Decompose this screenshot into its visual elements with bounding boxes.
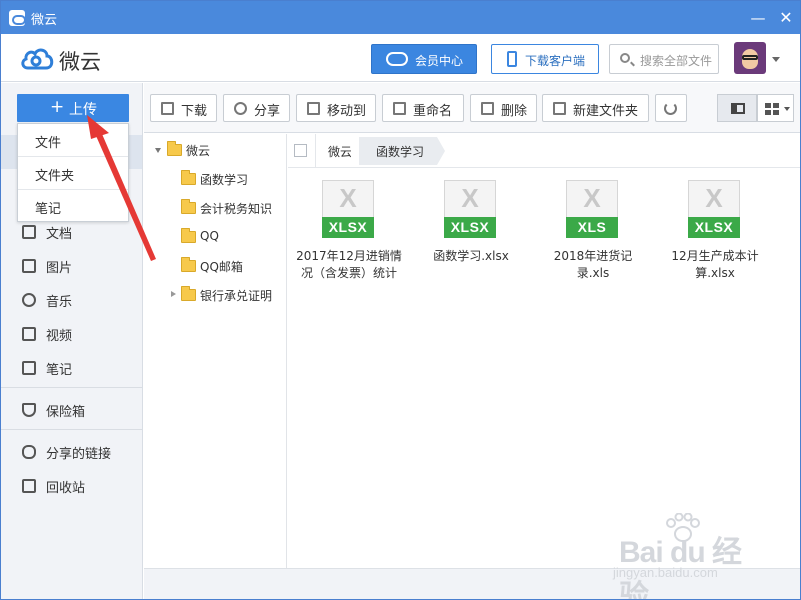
window-title: 微云 [31,13,58,28]
edit-icon [393,102,406,115]
refresh-icon [664,102,677,115]
file-name: 12月生产成本计算.xlsx [671,249,759,280]
excel-file-icon: X XLS [566,180,618,238]
folder-icon [181,286,196,301]
cloud-logo-icon [21,48,54,70]
plus-icon: + [50,97,65,117]
sidebar-item-notes[interactable]: 笔记 [1,351,142,385]
avatar[interactable] [734,42,766,74]
logo-text: 微云 [59,50,101,74]
sidebar-item-safe[interactable]: 保险箱 [1,393,142,427]
vip-center-button[interactable]: 会员中心 [371,44,477,74]
folder-icon [181,228,196,243]
weiyun-app-icon [9,10,26,26]
upload-button[interactable]: + 上传 [17,94,129,122]
list-view-button[interactable] [717,94,757,122]
sidebar-divider [1,429,142,430]
phone-icon [507,51,517,67]
file-name: 函数学习.xlsx [433,249,509,263]
file-name: 2017年12月进销情况（含发票）统计 [296,249,402,280]
share-button[interactable]: 分享 [223,94,290,122]
rename-button[interactable]: 重命名 [382,94,464,122]
music-icon [22,293,36,307]
download-client-button[interactable]: 下载客户端 [491,44,599,74]
file-name: 2018年进货记录.xls [553,249,633,280]
download-icon [161,102,174,115]
delete-button[interactable]: 删除 [470,94,537,122]
list-view-icon [731,103,745,114]
collapse-caret-icon[interactable] [171,291,176,297]
vip-center-label: 会员中心 [415,54,464,68]
sidebar-item-video[interactable]: 视频 [1,317,142,351]
sidebar-item-shared-links[interactable]: 分享的链接 [1,435,142,469]
breadcrumb: 微云 函数学习 [288,134,800,168]
folder-icon [181,170,196,185]
toolbar: 下载 分享 移动到 重命名 删除 新建文件夹 [144,83,800,133]
grid-view-button[interactable] [757,94,794,122]
refresh-button[interactable] [655,94,687,122]
link-icon [22,445,36,459]
breadcrumb-item-current[interactable]: 函数学习 [359,137,437,165]
shield-icon [22,403,36,417]
download-client-label: 下载客户端 [525,54,586,68]
video-icon [22,327,36,341]
file-item[interactable]: X XLSX 12月生产成本计算.xlsx [660,180,770,290]
breadcrumb-item-root[interactable]: 微云 [328,143,352,160]
excel-file-icon: X XLSX [322,180,374,238]
note-icon [22,361,36,375]
excel-file-icon: X XLSX [688,180,740,238]
upload-menu-item-note[interactable]: 笔记 [18,190,128,223]
weiyun-window: 微云 — ✕ 微云 会员中心 下载客户端 搜索全部文件 + 上传 文档 图片 音… [0,0,801,600]
search-placeholder: 搜索全部文件 [640,54,713,68]
upload-menu-item-file[interactable]: 文件 [18,124,128,157]
file-item[interactable]: X XLSX 2017年12月进销情况（含发票）统计 [294,180,404,290]
document-icon [22,225,36,239]
baidu-jingyan-watermark: Bai du 经验 jingyan.baidu.com [591,513,761,599]
new-folder-button[interactable]: 新建文件夹 [542,94,649,122]
file-item[interactable]: X XLSX 函数学习.xlsx [416,180,526,290]
upload-label: 上传 [69,102,97,118]
share-icon [234,102,247,115]
search-input[interactable]: 搜索全部文件 [609,44,719,74]
sidebar-item-images[interactable]: 图片 [1,249,142,283]
folder-icon [167,141,182,156]
title-bar: 微云 — ✕ [1,1,800,34]
chevron-down-icon[interactable] [772,57,780,62]
close-button[interactable]: ✕ [775,7,797,29]
search-icon [620,53,630,63]
file-item[interactable]: X XLS 2018年进货记录.xls [538,180,648,290]
expand-caret-icon[interactable] [155,148,161,153]
folder-icon [181,199,196,214]
excel-file-icon: X XLSX [444,180,496,238]
minimize-button[interactable]: — [747,7,769,29]
select-all-checkbox[interactable] [294,144,307,157]
cloud-vip-icon [386,52,408,66]
move-folder-icon [307,102,320,115]
header: 微云 会员中心 下载客户端 搜索全部文件 [1,34,800,82]
upload-menu-item-folder[interactable]: 文件夹 [18,157,128,190]
sidebar-item-music[interactable]: 音乐 [1,283,142,317]
chevron-down-icon [784,107,790,111]
folder-tree: 微云 函数学习 会计税务知识 QQ QQ邮箱 银行承兑证明 [144,134,287,568]
sidebar-item-recycle-bin[interactable]: 回收站 [1,469,142,503]
new-folder-icon [553,102,566,115]
trash-icon [22,479,36,493]
upload-menu: 文件 文件夹 笔记 [17,123,129,222]
folder-icon [181,257,196,272]
move-to-button[interactable]: 移动到 [296,94,376,122]
download-button[interactable]: 下载 [150,94,217,122]
image-icon [22,259,36,273]
weiyun-logo: 微云 [19,44,139,74]
grid-view-icon [765,103,779,115]
trash-icon [481,102,494,115]
sidebar-divider [1,387,142,388]
